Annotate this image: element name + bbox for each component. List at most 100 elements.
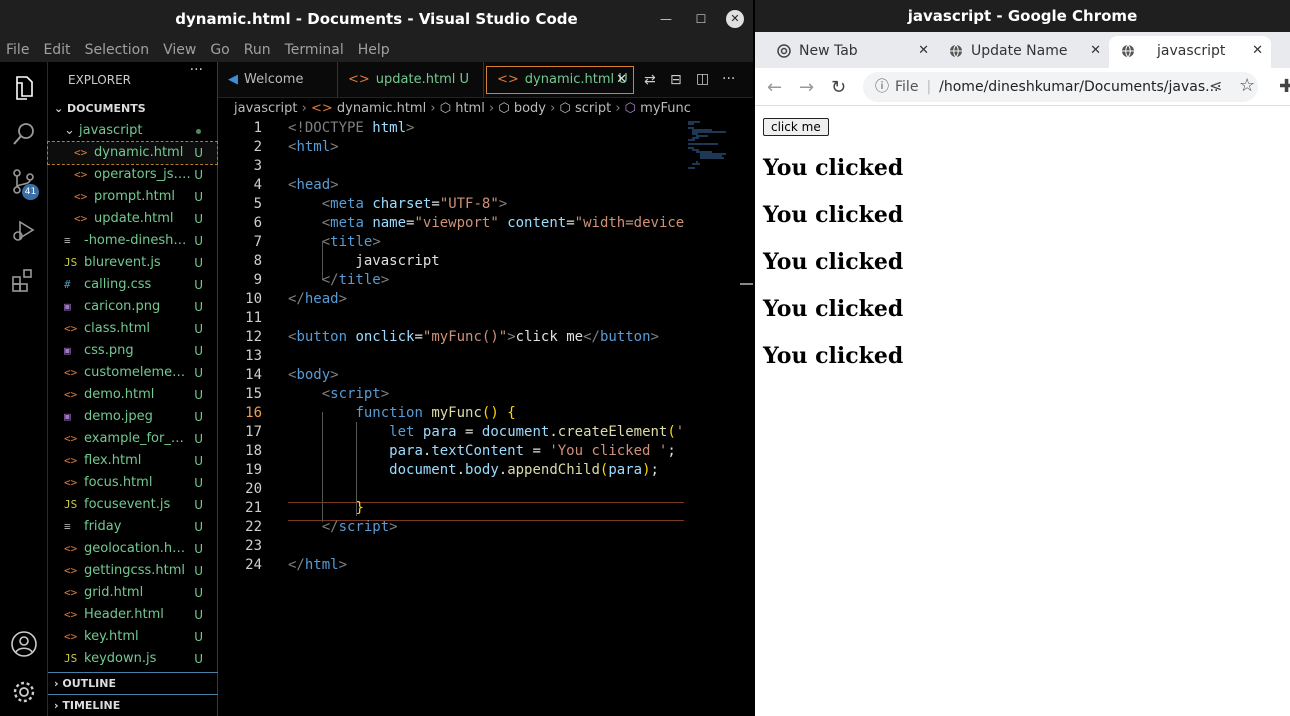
globe-icon <box>950 44 962 58</box>
line-number: 21 <box>245 500 262 516</box>
file-item[interactable]: <> focus.html U <box>48 472 217 494</box>
file-item[interactable]: <> Header.html U <box>48 604 217 626</box>
file-item[interactable]: <> geolocation.html U <box>48 538 217 560</box>
extensions-icon[interactable] <box>10 266 38 294</box>
file-item[interactable]: ≡ friday U <box>48 516 217 538</box>
tab-update-html[interactable]: <> update.html U <box>338 62 484 98</box>
back-icon[interactable]: ← <box>767 77 782 98</box>
tab-javascript[interactable]: javascript ✕ <box>1109 36 1271 68</box>
explorer-icon[interactable] <box>10 74 38 102</box>
breadcrumb: javascript › <> dynamic.html › ⬡ html › … <box>234 101 691 116</box>
file-item[interactable]: <> grid.html U <box>48 582 217 604</box>
file-item[interactable]: ≡ -home-dineshk... U <box>48 230 217 252</box>
workspace-root[interactable]: ⌄ DOCUMENTS <box>48 98 217 120</box>
file-type-icon: <> <box>64 366 78 379</box>
menu-file[interactable]: File <box>6 38 29 62</box>
git-status-badge: U <box>194 454 203 468</box>
breadcrumb-item[interactable]: body <box>514 101 546 116</box>
close-icon[interactable]: ✕ <box>726 10 744 28</box>
menu-selection[interactable]: Selection <box>85 38 150 62</box>
more-actions-icon[interactable]: ··· <box>722 71 735 87</box>
file-type-icon: <> <box>64 630 78 643</box>
menu-edit[interactable]: Edit <box>43 38 70 62</box>
address-bar[interactable]: ⓘ File |/home/dineshkumar/Documents/javas.… <box>863 72 1258 102</box>
element-icon: ⬡ <box>498 101 510 116</box>
timeline-section[interactable]: › TIMELINE <box>48 694 218 716</box>
file-name: operators_js.h... <box>94 167 198 182</box>
minimize-icon[interactable]: — <box>657 10 675 28</box>
code-editor[interactable]: 1 2 3 4 5 6 7 8 9 10 11 12 13 14 15 16 17 18 19 20 21 22 23 24 … <box>218 120 684 716</box>
tab-update-name[interactable]: Update Name ✕ <box>949 36 1109 68</box>
git-status-badge: U <box>194 344 203 358</box>
minimap[interactable] <box>686 120 740 170</box>
menu-view[interactable]: View <box>163 38 196 62</box>
file-item[interactable]: JS keydown.js U <box>48 648 217 670</box>
file-item[interactable]: ▣ demo.jpeg U <box>48 406 217 428</box>
file-name: update.html <box>94 211 174 226</box>
extensions-icon[interactable]: ✚ <box>1279 76 1290 97</box>
star-icon[interactable]: ☆ <box>1239 75 1255 96</box>
split-editor-icon[interactable]: ◫ <box>696 71 709 87</box>
file-name: Header.html <box>84 607 164 622</box>
file-item[interactable]: ▣ caricon.png U <box>48 296 217 318</box>
file-item[interactable]: <> example_for_e... U <box>48 428 217 450</box>
source-control-icon[interactable]: 41 <box>10 168 39 200</box>
file-item[interactable]: ▣ css.png U <box>48 340 217 362</box>
share-icon[interactable]: ⋖ <box>1209 76 1222 95</box>
tab-new-tab[interactable]: New Tab ✕ <box>777 36 937 68</box>
tab-dynamic-html[interactable]: <> dynamic.html U ✕ <box>486 66 634 94</box>
close-tab-icon[interactable]: ✕ <box>918 36 929 66</box>
menu-help[interactable]: Help <box>358 38 390 62</box>
file-name: gettingcss.html <box>84 563 185 578</box>
code-line: function myFunc() { <box>355 405 516 421</box>
scrollbar[interactable] <box>740 283 753 285</box>
gear-icon[interactable] <box>10 678 38 706</box>
forward-icon[interactable]: → <box>799 77 814 98</box>
account-icon[interactable] <box>10 630 38 658</box>
line-number: 19 <box>245 462 262 478</box>
file-type-icon: <> <box>64 388 78 401</box>
menu-run[interactable]: Run <box>244 38 271 62</box>
close-tab-icon[interactable]: ✕ <box>1090 36 1101 66</box>
file-item[interactable]: <> customelement... U <box>48 362 217 384</box>
file-item[interactable]: # calling.css U <box>48 274 217 296</box>
breadcrumb-item[interactable]: script <box>575 101 611 116</box>
breadcrumb-item[interactable]: dynamic.html <box>337 101 426 116</box>
breadcrumb-item[interactable]: html <box>455 101 485 116</box>
reload-icon[interactable]: ↻ <box>831 77 846 98</box>
tab-welcome[interactable]: ◀ Welcome <box>218 62 338 98</box>
menu-go[interactable]: Go <box>210 38 229 62</box>
file-name: -home-dineshk... <box>84 233 188 248</box>
file-item[interactable]: <> operators_js.h... U <box>48 164 217 186</box>
outline-section[interactable]: › OUTLINE <box>48 672 218 694</box>
file-type-icon: <> <box>64 542 78 555</box>
maximize-icon[interactable]: ☐ <box>692 10 710 28</box>
file-item[interactable]: <> key.html U <box>48 626 217 648</box>
click-me-button[interactable]: click me <box>763 118 829 136</box>
file-item[interactable]: JS focusevent.js U <box>48 494 217 516</box>
close-tab-icon[interactable]: ✕ <box>1252 36 1263 66</box>
git-status-badge: U <box>194 520 203 534</box>
breadcrumb-item[interactable]: myFunc <box>640 101 691 116</box>
file-item[interactable]: JS blurevent.js U <box>48 252 217 274</box>
compare-icon[interactable]: ⇄ <box>644 72 656 88</box>
more-actions-icon[interactable]: ··· <box>190 62 203 78</box>
vscode-window: dynamic.html - Documents - Visual Studio… <box>0 0 753 716</box>
close-tab-icon[interactable]: ✕ <box>616 67 627 93</box>
folder-javascript[interactable]: ⌄ javascript <box>48 120 217 142</box>
info-icon: ⓘ <box>875 79 889 95</box>
file-item[interactable]: <> class.html U <box>48 318 217 340</box>
search-icon[interactable] <box>10 120 38 148</box>
file-item[interactable]: <> dynamic.html U <box>47 141 218 165</box>
file-item[interactable]: <> demo.html U <box>48 384 217 406</box>
function-icon: ⬡ <box>624 101 637 116</box>
menu-terminal[interactable]: Terminal <box>285 38 344 62</box>
file-item[interactable]: <> gettingcss.html U <box>48 560 217 582</box>
git-status-badge: U <box>194 388 203 402</box>
file-item[interactable]: <> prompt.html U <box>48 186 217 208</box>
file-item[interactable]: <> update.html U <box>48 208 217 230</box>
file-item[interactable]: <> flex.html U <box>48 450 217 472</box>
preview-icon[interactable]: ⊟ <box>670 72 682 88</box>
run-debug-icon[interactable] <box>10 216 38 244</box>
breadcrumb-item[interactable]: javascript <box>234 101 297 116</box>
